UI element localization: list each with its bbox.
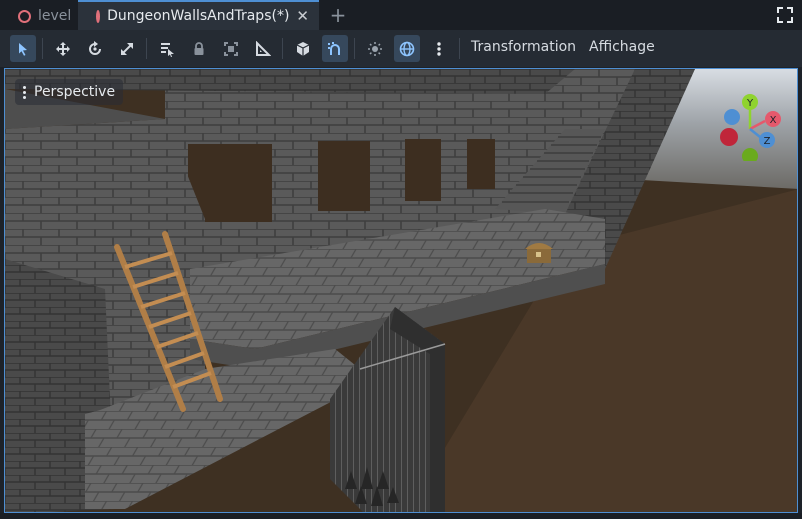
list-select-icon: [161, 42, 174, 57]
toolbar-separator: [459, 38, 460, 59]
treasure-chest: [525, 243, 553, 263]
rotate-icon: [89, 40, 101, 55]
gizmo-x-label: X: [770, 115, 777, 126]
fullscreen-icon[interactable]: [776, 6, 794, 24]
close-icon[interactable]: ✕: [296, 7, 309, 25]
bottom-strip: [0, 513, 802, 519]
rotate-tool-button[interactable]: [82, 35, 108, 62]
scale-icon: [121, 42, 133, 55]
tab-level[interactable]: level: [0, 2, 76, 30]
view-menu[interactable]: Affichage: [589, 39, 655, 55]
snap-button[interactable]: [322, 35, 348, 62]
scene-tab-bar: level DungeonWallsAndTraps(*) ✕ +: [0, 0, 802, 30]
select-icon: [19, 42, 27, 56]
toolbar-separator: [146, 38, 147, 59]
sun-preview-icon: [368, 41, 382, 56]
3d-viewport[interactable]: Perspective Y X Z: [4, 68, 798, 513]
more-options-icon: [437, 41, 441, 56]
select-tool-button[interactable]: [10, 35, 36, 62]
scene-render: [5, 69, 797, 512]
environment-preview-button[interactable]: [394, 35, 420, 62]
move-tool-button[interactable]: [50, 35, 76, 62]
gizmo-z-label: Z: [764, 136, 771, 147]
local-space-icon: [296, 41, 310, 56]
viewport-toolbar: Transformation Affichage: [0, 30, 802, 67]
toolbar-separator: [42, 38, 43, 59]
tab-label: level: [38, 8, 72, 24]
ruler-icon: [256, 40, 271, 56]
lock-button[interactable]: [186, 35, 212, 62]
window: [467, 139, 495, 189]
tab-dungeon-walls-and-traps[interactable]: DungeonWallsAndTraps(*) ✕: [78, 0, 319, 30]
scene-icon: [96, 9, 101, 23]
lock-icon: [194, 41, 204, 55]
snap-icon: [328, 41, 340, 55]
toolbar-separator: [354, 38, 355, 59]
add-tab-button[interactable]: +: [328, 4, 348, 26]
group-button[interactable]: [218, 35, 244, 62]
more-options-button[interactable]: [426, 35, 452, 62]
scale-tool-button[interactable]: [114, 35, 140, 62]
sun-preview-button[interactable]: [362, 35, 388, 62]
perspective-menu-button[interactable]: Perspective: [15, 79, 124, 105]
gizmo-neg-y[interactable]: [742, 148, 758, 161]
move-icon: [56, 41, 70, 56]
group-icon: [224, 41, 238, 56]
local-space-button[interactable]: [290, 35, 316, 62]
tab-label: DungeonWallsAndTraps(*): [107, 8, 290, 24]
transformation-menu[interactable]: Transformation: [471, 39, 576, 55]
window: [318, 141, 370, 211]
gizmo-neg-x[interactable]: [720, 128, 738, 146]
gizmo-neg-z[interactable]: [724, 109, 740, 125]
kebab-menu-icon: [23, 85, 26, 99]
window: [405, 139, 441, 201]
gizmo-y-label: Y: [746, 98, 754, 109]
perspective-label: Perspective: [34, 84, 116, 100]
environment-preview-icon: [399, 41, 415, 56]
ruler-button[interactable]: [250, 35, 276, 62]
list-select-button[interactable]: [154, 35, 180, 62]
toolbar-separator: [282, 38, 283, 59]
scene-icon: [18, 9, 31, 23]
orientation-gizmo[interactable]: Y X Z: [715, 81, 785, 161]
